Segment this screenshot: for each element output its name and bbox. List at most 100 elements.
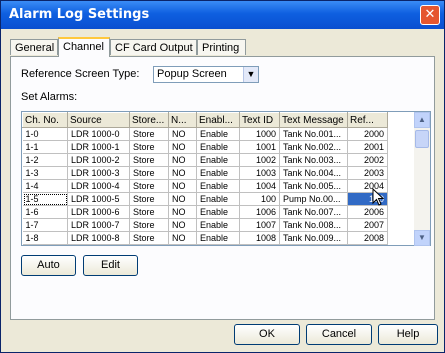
cell-ref[interactable]: 2000 [347, 127, 388, 141]
cell-text-message[interactable]: Tank No.001... [279, 127, 348, 141]
cell-source[interactable]: LDR 1000-6 [67, 205, 130, 219]
table-row[interactable]: 1-2 LDR 1000-2 Store NO Enable 1002 Tank No.00… [22, 153, 388, 167]
cell-n[interactable]: NO [168, 179, 197, 193]
cell-text-message[interactable]: Tank No.007... [279, 205, 348, 219]
help-button[interactable]: Help [378, 324, 438, 345]
cell-ch-no[interactable]: 1-0 [22, 127, 68, 141]
cell-source[interactable]: LDR 1000-2 [67, 153, 130, 167]
cell-source[interactable]: LDR 1000-0 [67, 127, 130, 141]
cell-ref[interactable]: 2003 [347, 166, 388, 180]
cell-source[interactable]: LDR 1000-3 [67, 166, 130, 180]
cell-text-id[interactable]: 1007 [239, 218, 280, 232]
cell-ch-no[interactable]: 1-6 [22, 205, 68, 219]
cell-ch-no[interactable]: 1-9 [22, 244, 68, 245]
cell-text-message[interactable]: Tank No.009... [279, 231, 348, 245]
cell-n[interactable]: NO [168, 192, 197, 206]
cell-n[interactable]: NO [168, 231, 197, 245]
title-bar[interactable]: Alarm Log Settings ✕ [1, 1, 444, 29]
cell-enable[interactable]: Enable [196, 205, 240, 219]
cell-text-id[interactable]: 1006 [239, 205, 280, 219]
cell-n[interactable]: NO [168, 127, 197, 141]
cell-ref[interactable]: 2008 [347, 231, 388, 245]
cell-ch-no[interactable]: 1-4 [22, 179, 68, 193]
cell-store[interactable]: Store [129, 231, 169, 245]
tab-printing[interactable]: Printing [197, 39, 246, 55]
cell-enable[interactable]: Enable [196, 179, 240, 193]
cell-source[interactable]: LDR 1000-7 [67, 218, 130, 232]
cell-store[interactable]: Store [129, 166, 169, 180]
cell-source[interactable]: LDR 1000-1 [67, 140, 130, 154]
cell-text-message[interactable]: Tank No.004... [279, 166, 348, 180]
tab-general[interactable]: General [10, 39, 58, 55]
cell-store[interactable]: Store [129, 244, 169, 245]
cell-enable[interactable]: Enable [196, 218, 240, 232]
cell-store[interactable]: Store [129, 205, 169, 219]
cell-ref[interactable]: 2002 [347, 153, 388, 167]
cell-enable[interactable]: Enable [196, 166, 240, 180]
table-row[interactable]: 1-9LDR 1000-9StoreNOEnable1009Tank No.01… [22, 244, 388, 245]
col-header-enable[interactable]: Enabl... [196, 112, 240, 128]
col-header-store[interactable]: Store... [129, 112, 169, 128]
table-row[interactable]: 1-1 LDR 1000-1 Store NO Enable 1001 Tank No.00… [22, 140, 388, 154]
cell-ch-no[interactable]: 1-8 [22, 231, 68, 245]
cell-text-message[interactable]: Tank No.010... [279, 244, 348, 245]
cell-text-id[interactable]: 1000 [239, 127, 280, 141]
col-header-ch-no[interactable]: Ch. No. [22, 112, 68, 128]
cell-text-message[interactable]: Tank No.008... [279, 218, 348, 232]
table-scrollbar[interactable]: ▲ ▼ [414, 112, 430, 246]
cell-n[interactable]: NO [168, 140, 197, 154]
cell-store[interactable]: Store [129, 127, 169, 141]
scroll-down-icon[interactable]: ▼ [414, 230, 430, 246]
col-header-text-id[interactable]: Text ID [239, 112, 280, 128]
cell-source[interactable]: LDR 1000-8 [67, 231, 130, 245]
cell-enable[interactable]: Enable [196, 231, 240, 245]
cell-enable[interactable]: Enable [196, 244, 240, 245]
table-row[interactable]: 1-0 LDR 1000-0 Store NO Enable 1000 Tank No.00… [22, 127, 388, 141]
cell-store[interactable]: Store [129, 192, 169, 206]
cell-enable[interactable]: Enable [196, 127, 240, 141]
cell-store[interactable]: Store [129, 140, 169, 154]
cell-ch-no[interactable]: 1-1 [22, 140, 68, 154]
cell-text-id[interactable]: 1004 [239, 179, 280, 193]
cell-enable[interactable]: Enable [196, 140, 240, 154]
edit-button[interactable]: Edit [83, 255, 138, 276]
auto-button[interactable]: Auto [21, 255, 76, 276]
table-row[interactable]: 1-5 LDR 1000-5 Store NO Enable 100 Pump No.00.… [22, 192, 388, 206]
table-row[interactable]: 1-8 LDR 1000-8 Store NO Enable 1008 Tank No.00… [22, 231, 388, 245]
cell-store[interactable]: Store [129, 218, 169, 232]
col-header-text-message[interactable]: Text Message [279, 112, 348, 128]
chevron-down-icon[interactable]: ▼ [243, 67, 258, 82]
cell-source[interactable]: LDR 1000-5 [67, 192, 130, 206]
cell-text-message[interactable]: Pump No.00... [279, 192, 348, 206]
cell-ch-no[interactable]: 1-2 [22, 153, 68, 167]
cell-store[interactable]: Store [129, 153, 169, 167]
cell-n[interactable]: NO [168, 244, 197, 245]
col-header-ref[interactable]: Ref... [347, 112, 388, 128]
cell-ref[interactable]: 2009 [347, 244, 388, 245]
ok-button[interactable]: OK [234, 324, 300, 345]
cell-ch-no[interactable]: 1-3 [22, 166, 68, 180]
tab-cf-card-output[interactable]: CF Card Output [110, 39, 197, 55]
screen-type-select[interactable]: Popup Screen ▼ [153, 66, 259, 83]
tab-channel[interactable]: Channel [58, 37, 110, 57]
cell-text-message[interactable]: Tank No.003... [279, 153, 348, 167]
cell-ch-no[interactable]: 1-5 [22, 192, 68, 206]
cell-n[interactable]: NO [168, 218, 197, 232]
cell-source[interactable]: LDR 1000-9 [67, 244, 130, 245]
cell-text-id[interactable]: 100 [239, 192, 280, 206]
cell-ch-no[interactable]: 1-7 [22, 218, 68, 232]
alarms-table[interactable]: Ch. No. Source Store... N... Enabl... Te… [21, 111, 431, 246]
table-row[interactable]: 1-3 LDR 1000-3 Store NO Enable 1003 Tank No.00… [22, 166, 388, 180]
cell-text-id[interactable]: 1009 [239, 244, 280, 245]
close-icon[interactable]: ✕ [420, 5, 440, 25]
scroll-thumb[interactable] [415, 130, 429, 148]
scroll-up-icon[interactable]: ▲ [414, 112, 430, 128]
table-row[interactable]: 1-4 LDR 1000-4 Store NO Enable 1004 Tank No.00… [22, 179, 388, 193]
cell-enable[interactable]: Enable [196, 192, 240, 206]
cell-ref[interactable]: 2007 [347, 218, 388, 232]
cell-n[interactable]: NO [168, 166, 197, 180]
table-row[interactable]: 1-6 LDR 1000-6 Store NO Enable 1006 Tank No.00… [22, 205, 388, 219]
cell-enable[interactable]: Enable [196, 153, 240, 167]
cancel-button[interactable]: Cancel [306, 324, 372, 345]
cell-n[interactable]: NO [168, 205, 197, 219]
